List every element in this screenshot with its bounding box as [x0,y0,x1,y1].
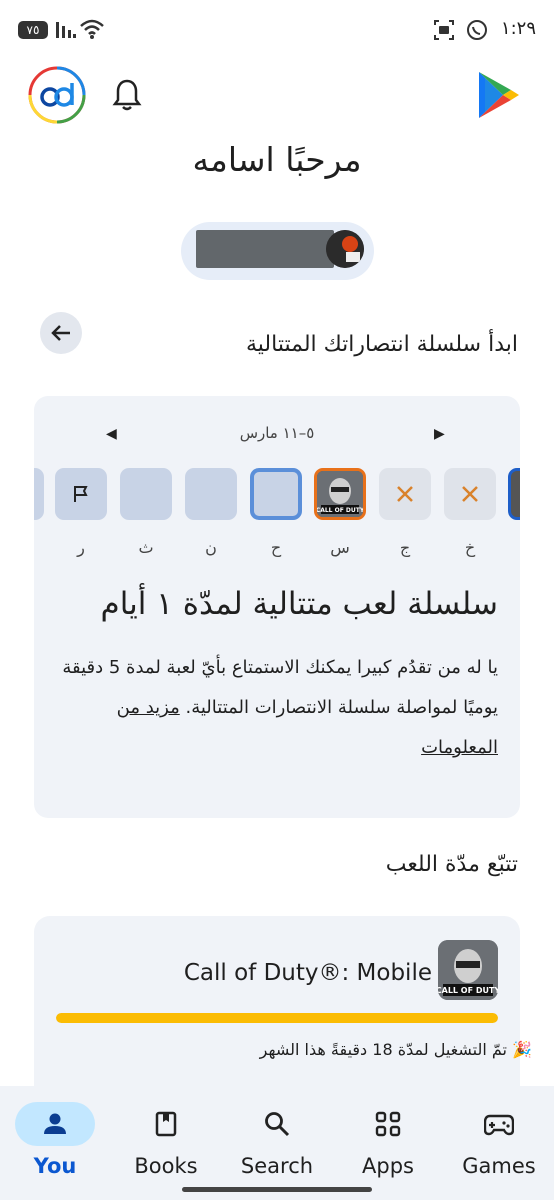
person-icon [44,1113,66,1134]
day-label: ر [77,538,85,557]
day-box-missed [444,468,496,520]
streak-card: ◀ ٥–١١ مارس ▶ CALL OF DUTY ر ث ن ح س ج خ… [34,396,520,818]
day-box-goal [55,468,107,520]
gamepad-icon [484,1114,514,1136]
day-label: خ [464,538,476,557]
game-name: Call of Duty®: Mobile [183,960,432,986]
nav-label: Games [462,1154,536,1178]
account-avatar[interactable] [28,66,86,124]
day-box-missed [379,468,431,520]
day-box [185,468,237,520]
battery-indicator: ٧٥ [18,21,48,39]
nav-games[interactable]: Games [444,1096,554,1186]
game-thumbnail-caption: CALL OF DUTY [317,507,363,514]
bottom-navigation: You Books Search Apps Games [0,1086,554,1200]
day-box-partial [34,468,44,520]
back-button[interactable] [40,312,82,354]
clock: ١:٢٩ [500,18,536,39]
arrow-left-icon [51,325,70,341]
day-label: ث [138,538,154,557]
notifications-bell-icon[interactable] [112,78,142,112]
next-week-arrow-icon[interactable]: ▶ [434,426,445,442]
day-label: س [330,538,350,557]
game-icon-caption: CALL OF DUTY [438,986,498,995]
streak-section-title: ابدأ سلسلة انتصاراتك المتتالية [245,332,518,357]
day-box-partial [508,468,520,520]
streak-description: يا له من تقدُم كبيرا يمكنك الاستمتاع بأي… [48,648,498,768]
wifi-icon [80,19,104,39]
nav-label: You [33,1154,77,1178]
nav-label: Search [240,1154,314,1178]
greeting-title: مرحبًا اسامه [192,140,362,179]
day-label: ح [270,538,282,557]
x-mark-icon [397,486,413,502]
profile-picture [326,230,364,268]
playtime-progress-bar [56,1013,498,1023]
nav-apps[interactable]: Apps [333,1096,443,1186]
game-thumbnail-icon: CALL OF DUTY [317,471,363,517]
played-text: تمّ التشغيل لمدّة 18 دقيقةً هذا الشهر [259,1040,507,1059]
nav-search[interactable]: Search [222,1096,332,1186]
nav-label: Books [134,1154,198,1178]
day-label: ج [399,538,411,557]
apps-grid-icon [375,1111,401,1137]
playtime-section-title: تتبّع مدّة اللعب [385,852,518,877]
week-range: ٥–١١ مارس [239,424,315,442]
signal-icon [56,22,76,38]
x-mark-icon [462,486,478,502]
streak-heading: سلسلة لعب متتالية لمدّة ١ أيام [100,586,498,622]
week-navigator: ◀ ٥–١١ مارس ▶ [34,422,520,446]
home-indicator[interactable] [182,1187,372,1192]
game-icon: CALL OF DUTY [438,940,498,1000]
day-box [120,468,172,520]
played-summary: 🎉 تمّ التشغيل لمدّة 18 دقيقةً هذا الشهر [112,1040,532,1059]
day-box-today [250,468,302,520]
flag-icon [74,486,88,502]
day-label: ن [205,538,217,557]
nav-books[interactable]: Books [111,1096,221,1186]
nav-you[interactable]: You [0,1096,110,1186]
status-icons-right [433,19,488,45]
nav-label: Apps [362,1154,414,1178]
screen-record-icon [433,20,454,40]
search-icon [265,1112,290,1137]
google-play-logo [479,72,519,118]
whatsapp-icon [467,20,487,40]
party-popper-icon: 🎉 [512,1040,532,1059]
playtime-progress-fill [56,1013,498,1023]
status-bar: ٧٥ ١:٢٩ [0,0,554,62]
day-box-played: CALL OF DUTY [314,468,366,520]
redacted-name [196,230,334,268]
book-icon [155,1111,177,1137]
